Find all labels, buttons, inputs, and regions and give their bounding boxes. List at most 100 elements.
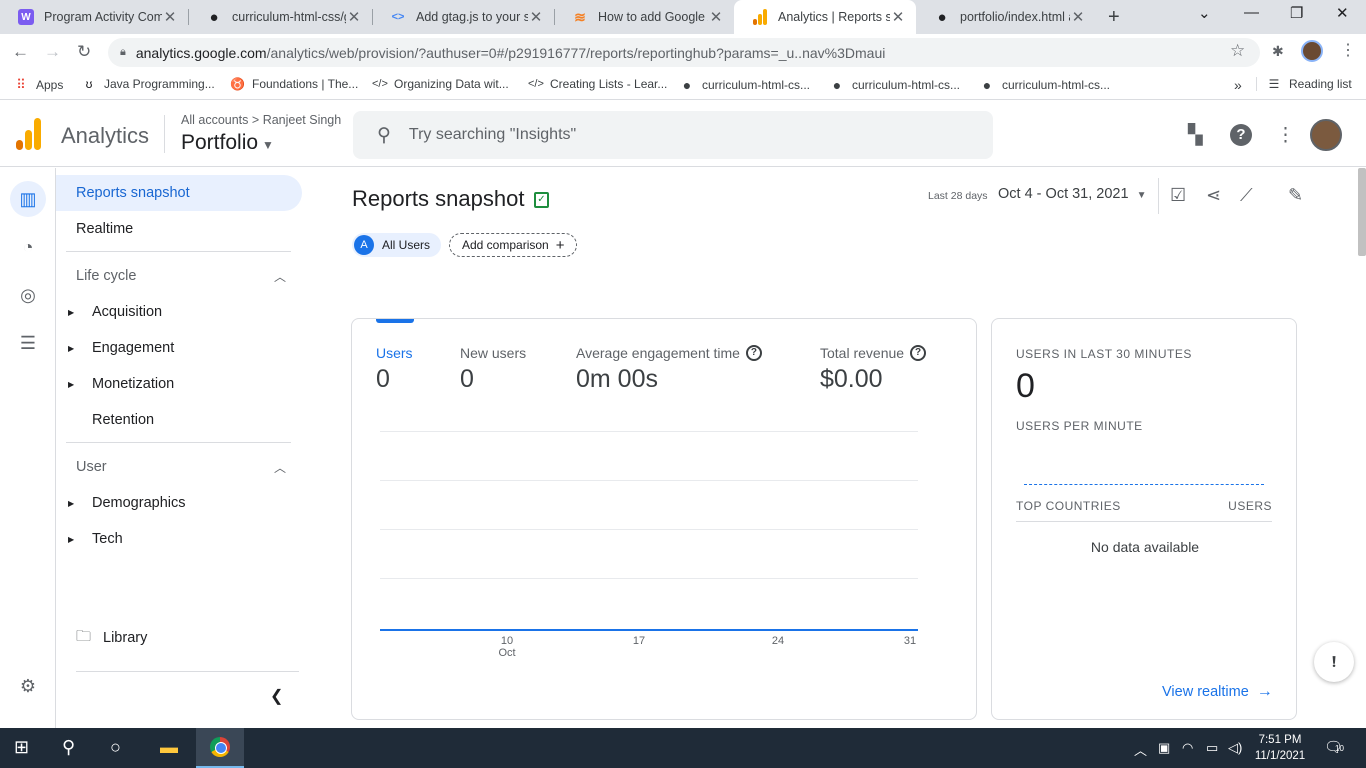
metric-tab-users[interactable]: Users 0 [376, 345, 413, 394]
close-icon[interactable]: ✕ [528, 8, 544, 26]
insights-icon[interactable]: ⟋ [1240, 185, 1253, 206]
new-tab-button[interactable]: + [1108, 6, 1120, 29]
metric-tab-avg-engagement[interactable]: Average engagement time? 0m 00s [576, 345, 762, 394]
tab-title: Program Activity Com [44, 10, 162, 24]
tab-search-chevron-icon[interactable]: ⌄ [1198, 4, 1211, 22]
sidebar-item-acquisition[interactable]: ▶ Acquisition [56, 294, 302, 330]
browser-tab-active[interactable]: Analytics | Reports sna ✕ [734, 0, 916, 34]
configure-list-icon[interactable]: ☰ [10, 325, 46, 361]
share-icon[interactable]: ⋖ [1206, 185, 1221, 206]
reports-bar-chart-icon[interactable]: ▥ [10, 181, 46, 217]
sidebar-item-reports-snapshot[interactable]: Reports snapshot [56, 175, 302, 211]
metrics-card: Users 0 New users 0 Average engagement t… [351, 318, 977, 720]
property-selector[interactable]: Portfolio ▼ [181, 131, 274, 155]
date-range-picker[interactable]: Oct 4 - Oct 31, 2021 ▼ [998, 186, 1146, 202]
bookmark-item[interactable]: ♉ Foundations | The... [230, 77, 358, 91]
search-icon[interactable]: ⚲ [62, 737, 75, 758]
file-explorer-icon[interactable]: ▬ [160, 737, 178, 758]
forward-icon[interactable]: → [44, 42, 61, 62]
browser-tab[interactable]: <> Add gtag.js to your sit ✕ [372, 0, 554, 34]
help-circle-icon[interactable]: ? [910, 345, 927, 361]
restore-button[interactable]: ❐ [1290, 4, 1303, 22]
page-scrollbar[interactable] [1358, 168, 1366, 256]
bookmark-item[interactable]: ● curriculum-html-cs... [980, 77, 1110, 93]
browser-toolbar: ← → ↻ 🔒︎ analytics.google.com/analytics/… [0, 34, 1366, 70]
collapse-chevron-left-icon[interactable]: ❮ [270, 686, 283, 706]
browser-menu-icon[interactable]: ⋮ [1340, 40, 1356, 60]
clock-date: 11/1/2021 [1254, 750, 1306, 762]
reading-list-button[interactable]: ☰ Reading list [1256, 77, 1352, 91]
admin-gear-icon[interactable]: ⚙ [10, 668, 46, 704]
back-icon[interactable]: ← [12, 42, 29, 62]
sidebar-item-retention[interactable]: Retention [56, 402, 302, 438]
customize-report-icon[interactable]: ☑ [1170, 185, 1186, 206]
edit-pencil-icon[interactable]: ✎ [1288, 185, 1303, 206]
browser-tab[interactable]: ● portfolio/index.html a ✕ [916, 0, 1096, 34]
sidebar-section-life-cycle[interactable]: Life cycle ︿ [56, 258, 302, 294]
extensions-puzzle-icon[interactable]: ✱ [1272, 43, 1284, 60]
chrome-icon[interactable] [210, 737, 230, 757]
windows-start-icon[interactable]: ⊞ [14, 737, 29, 758]
minimize-button[interactable]: — [1244, 4, 1259, 21]
volume-icon[interactable]: ◁) [1228, 740, 1242, 756]
bookmark-item[interactable]: ● curriculum-html-cs... [680, 77, 810, 93]
help-circle-icon[interactable]: ? [745, 345, 762, 361]
sidebar-item-tech[interactable]: ▶ Tech [56, 521, 302, 557]
address-bar[interactable]: 🔒︎ analytics.google.com/analytics/web/pr… [108, 38, 1260, 67]
sidebar-item-monetization[interactable]: ▶ Monetization [56, 366, 302, 402]
browser-tab[interactable]: ● curriculum-html-css/g ✕ [188, 0, 372, 34]
explore-trend-icon[interactable]: ◔ [10, 229, 46, 265]
wifi-icon[interactable]: ◠ [1182, 740, 1193, 756]
breadcrumb[interactable]: All accounts > Ranjeet Singh [181, 113, 341, 127]
meet-now-icon[interactable]: ▣ [1158, 740, 1170, 756]
sidebar-section-label: Life cycle [76, 268, 137, 284]
sidebar-item-library[interactable]: 🗀︎ Library [56, 620, 302, 656]
sidebar-item-engagement[interactable]: ▶ Engagement [56, 330, 302, 366]
bookmarks-overflow-icon[interactable]: » [1234, 77, 1242, 93]
advertising-target-icon[interactable]: ◎ [10, 277, 46, 313]
account-avatar[interactable] [1310, 119, 1342, 151]
tray-chevron-up-icon[interactable]: ︿ [1134, 740, 1147, 759]
search-box[interactable]: ⚲ Try searching "Insights" [353, 111, 993, 159]
chevron-up-icon: ︿ [274, 460, 287, 475]
bookmark-apps[interactable]: ⠿ Apps [14, 77, 63, 93]
feedback-icon[interactable]: ❗︎ [1314, 642, 1354, 682]
bookmark-item[interactable]: </> Creating Lists - Lear... [528, 77, 667, 91]
reload-icon[interactable]: ↻ [77, 42, 91, 62]
notifications-icon[interactable]: 🗨︎10 [1324, 738, 1352, 756]
add-comparison-button[interactable]: Add comparison + [449, 233, 578, 257]
sidebar-item-demographics[interactable]: ▶ Demographics [56, 485, 302, 521]
metric-tab-new-users[interactable]: New users 0 [460, 345, 526, 394]
main-content: Reports snapshot ✓ Last 28 days Oct 4 - … [306, 168, 1360, 728]
close-icon[interactable]: ✕ [708, 8, 724, 26]
close-icon[interactable]: ✕ [1070, 8, 1086, 26]
expand-triangle-icon: ▶ [68, 307, 75, 317]
metric-tab-total-revenue[interactable]: Total revenue? $0.00 [820, 345, 927, 394]
bookmark-star-icon[interactable]: ☆ [1230, 41, 1245, 61]
cortana-circle-icon[interactable]: ○ [110, 737, 121, 758]
close-icon[interactable]: ✕ [346, 8, 362, 26]
close-icon[interactable]: ✕ [890, 8, 906, 26]
sidebar-item-realtime[interactable]: Realtime [56, 211, 302, 247]
profile-avatar[interactable] [1301, 40, 1323, 62]
system-clock[interactable]: 7:51 PM 11/1/2021 [1250, 732, 1310, 764]
comparison-chip-all-users[interactable]: A All Users [352, 233, 442, 257]
apps-grid-icon[interactable]: ▚ [1188, 124, 1203, 147]
x-tick-label: 10 Oct [498, 635, 516, 659]
battery-icon[interactable]: ▭ [1206, 740, 1218, 756]
bookmark-item[interactable]: ʊ Java Programming... [82, 77, 215, 91]
bookmark-item[interactable]: ● curriculum-html-cs... [830, 77, 960, 93]
folder-icon: 🗀︎ [76, 627, 92, 645]
sidebar-section-user[interactable]: User ︿ [56, 449, 302, 485]
close-window-button[interactable]: ✕ [1336, 4, 1349, 22]
check-badge-icon[interactable]: ✓ [534, 192, 549, 208]
view-realtime-link[interactable]: View realtime → [1162, 683, 1273, 701]
bookmark-item[interactable]: </> Organizing Data wit... [372, 77, 509, 91]
analytics-logo-icon[interactable] [16, 118, 42, 150]
browser-tab[interactable]: ≋ How to add Google A ✕ [554, 0, 734, 34]
java-icon: ʊ [85, 77, 93, 91]
browser-tab[interactable]: W Program Activity Com ✕ [0, 0, 188, 34]
more-vert-icon[interactable]: ⋮ [1276, 124, 1295, 147]
help-icon[interactable]: ? [1230, 124, 1252, 146]
close-icon[interactable]: ✕ [162, 8, 178, 26]
